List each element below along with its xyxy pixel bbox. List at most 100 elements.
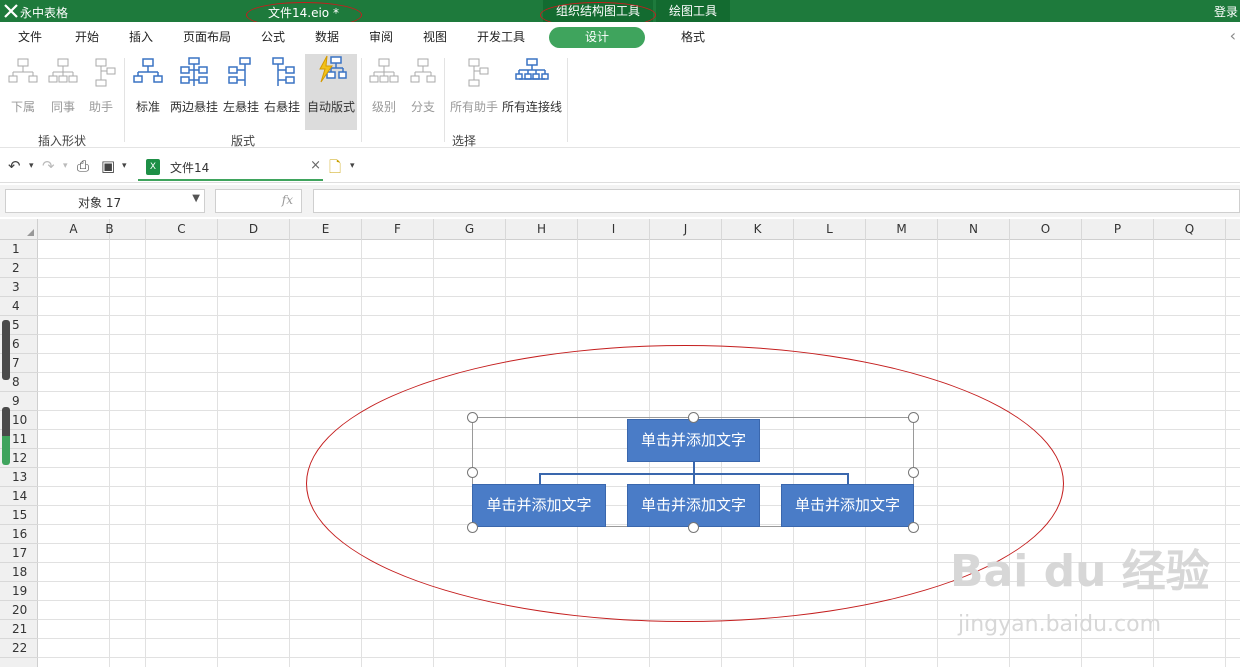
column-header[interactable]: Q — [1154, 219, 1226, 240]
resize-handle[interactable] — [908, 412, 919, 423]
resize-handle[interactable] — [467, 467, 478, 478]
resize-handle[interactable] — [467, 522, 478, 533]
row-header[interactable]: 21 — [0, 620, 38, 639]
row-header[interactable]: 15 — [0, 506, 38, 525]
assistant-button[interactable]: 助手 — [82, 56, 120, 128]
select-all-assistants-button[interactable]: 所有助手 — [449, 56, 499, 128]
redo-dropdown-icon[interactable]: ▾ — [63, 161, 68, 171]
resize-handle[interactable] — [908, 467, 919, 478]
row-header[interactable]: 1 — [0, 240, 38, 259]
select-level-button[interactable]: 级别 — [366, 56, 402, 128]
side-dock-handle[interactable] — [2, 320, 10, 380]
layout-right-hanging-button[interactable]: 右悬挂 — [262, 56, 302, 128]
side-dock-handle[interactable] — [2, 407, 10, 465]
new-dropdown-icon[interactable]: ▾ — [350, 161, 355, 171]
row-header[interactable]: 18 — [0, 563, 38, 582]
print-preview-icon[interactable]: ⎙ — [77, 157, 89, 175]
tab-design[interactable]: 设计 — [549, 27, 645, 48]
row-header[interactable]: 3 — [0, 278, 38, 297]
customize-dropdown-icon[interactable]: ▾ — [122, 161, 127, 171]
column-header[interactable]: D — [218, 219, 290, 240]
close-tab-icon[interactable]: × — [310, 158, 321, 173]
tab-page-layout[interactable]: 页面布局 — [183, 28, 231, 45]
tab-format[interactable]: 格式 — [681, 28, 705, 45]
select-branch-button[interactable]: 分支 — [405, 56, 441, 128]
select-branch-label: 分支 — [410, 100, 435, 114]
column-header[interactable]: L — [794, 219, 866, 240]
name-box[interactable]: 对象 17 ▼ — [5, 189, 205, 213]
column-header[interactable]: N — [938, 219, 1010, 240]
row-header[interactable]: 14 — [0, 487, 38, 506]
column-header[interactable]: F — [362, 219, 434, 240]
menu-bar: 文件 开始 插入 页面布局 公式 数据 审阅 视图 开发工具 设计 格式 ‹ — [0, 22, 1240, 52]
column-header[interactable]: P — [1082, 219, 1154, 240]
save-icon[interactable]: ▣ — [101, 157, 115, 175]
undo-dropdown-icon[interactable]: ▾ — [29, 161, 34, 171]
file-tab[interactable]: X 文件14 × — [138, 153, 323, 181]
collapse-ribbon-icon[interactable]: ‹ — [1230, 26, 1236, 45]
tab-data[interactable]: 数据 — [315, 28, 339, 45]
group-insert-shape-label: 插入形状 — [38, 134, 87, 148]
column-header[interactable]: E — [290, 219, 362, 240]
title-bar: 永中表格 文件14.eio * 组织结构图工具 绘图工具 登录 — [0, 0, 1240, 22]
formula-input[interactable] — [313, 189, 1240, 213]
select-all-corner[interactable] — [0, 219, 38, 240]
name-box-dropdown-icon[interactable]: ▼ — [192, 193, 200, 204]
login-link[interactable]: 登录 — [1214, 3, 1238, 20]
row-header[interactable]: 16 — [0, 525, 38, 544]
org-node-child[interactable]: 单击并添加文字 — [627, 484, 760, 527]
context-tab-drawing-tools[interactable]: 绘图工具 — [656, 0, 730, 22]
function-box[interactable]: fx — [215, 189, 302, 213]
select-all-connectors-button[interactable]: 所有连接线 — [501, 56, 563, 128]
column-header[interactable]: J — [650, 219, 722, 240]
row-header[interactable]: 19 — [0, 582, 38, 601]
resize-handle[interactable] — [908, 522, 919, 533]
row-header[interactable]: 4 — [0, 297, 38, 316]
grid-line — [38, 372, 1240, 373]
column-header[interactable]: M — [866, 219, 938, 240]
layout-left-hanging-button[interactable]: 左悬挂 — [221, 56, 261, 128]
column-header[interactable]: O — [1010, 219, 1082, 240]
tab-home[interactable]: 开始 — [75, 28, 99, 45]
cells-area[interactable]: 单击并添加文字 单击并添加文字 单击并添加文字 单击并添加文字 — [38, 240, 1240, 667]
column-header[interactable]: I — [578, 219, 650, 240]
tab-insert[interactable]: 插入 — [129, 28, 153, 45]
coworker-button[interactable]: 同事 — [44, 56, 82, 128]
row-header[interactable]: 13 — [0, 468, 38, 487]
new-document-icon[interactable]: 🗋 — [329, 157, 341, 182]
org-node-child[interactable]: 单击并添加文字 — [472, 484, 606, 527]
column-header[interactable]: C — [146, 219, 218, 240]
org-node-top[interactable]: 单击并添加文字 — [627, 419, 760, 462]
context-tab-org-chart-tools[interactable]: 组织结构图工具 — [543, 0, 653, 22]
redo-icon[interactable]: ↷ — [42, 157, 55, 175]
resize-handle[interactable] — [688, 412, 699, 423]
auto-layout-button[interactable]: 自动版式 — [305, 54, 357, 130]
tab-formulas[interactable]: 公式 — [261, 28, 285, 45]
resize-handle[interactable] — [467, 412, 478, 423]
layout-both-hanging-button[interactable]: 两边悬挂 — [169, 56, 219, 128]
resize-handle[interactable] — [688, 522, 699, 533]
assistant-label: 助手 — [88, 100, 113, 114]
select-level-icon — [369, 58, 399, 83]
org-node-child[interactable]: 单击并添加文字 — [781, 484, 914, 527]
undo-icon[interactable]: ↶ — [8, 157, 21, 175]
row-header[interactable]: 20 — [0, 601, 38, 620]
tab-review[interactable]: 审阅 — [369, 28, 393, 45]
row-header[interactable]: 22 — [0, 639, 38, 658]
app-logo-icon — [4, 4, 18, 18]
row-header[interactable]: 17 — [0, 544, 38, 563]
select-all-assistants-icon — [468, 58, 489, 87]
column-header[interactable]: H — [506, 219, 578, 240]
layout-standard-button[interactable]: 标准 — [130, 56, 166, 128]
column-header[interactable]: K — [722, 219, 794, 240]
fx-icon[interactable]: fx — [282, 193, 293, 207]
row-header[interactable]: 2 — [0, 259, 38, 278]
tab-developer[interactable]: 开发工具 — [477, 28, 525, 45]
select-all-connectors-icon — [515, 58, 549, 80]
grid-line — [38, 353, 1240, 354]
tab-view[interactable]: 视图 — [423, 28, 447, 45]
tab-file[interactable]: 文件 — [18, 28, 42, 45]
column-header[interactable]: B — [74, 219, 146, 240]
column-header[interactable]: G — [434, 219, 506, 240]
subordinate-button[interactable]: 下属 — [4, 56, 42, 128]
